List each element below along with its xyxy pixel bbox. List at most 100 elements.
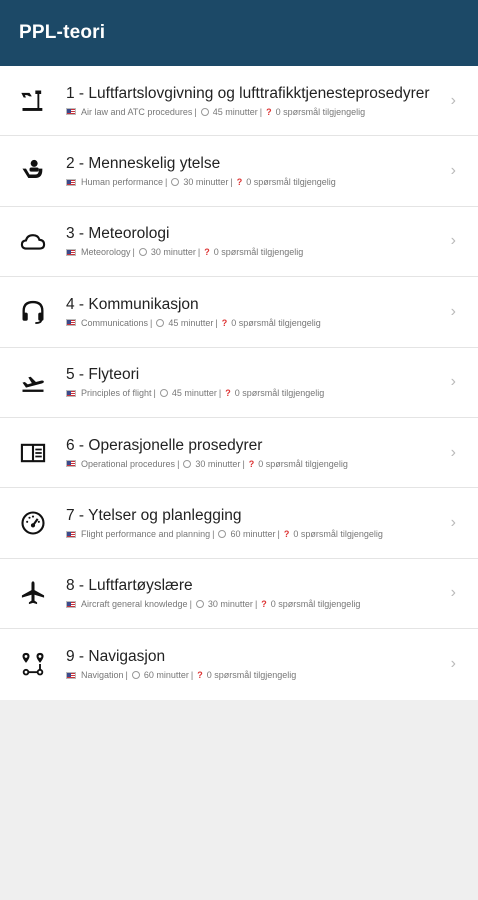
subject-questions: 0 spørsmål tilgjengelig	[234, 388, 325, 399]
clock-icon	[131, 671, 140, 680]
question-icon: ?	[225, 388, 231, 399]
subject-english: Human performance	[81, 177, 164, 188]
headset-icon	[18, 297, 48, 327]
subject-duration: 45 minutter	[212, 106, 258, 117]
uk-flag-icon	[66, 460, 76, 468]
subject-duration: 30 minutter	[183, 177, 229, 188]
question-icon: ?	[204, 247, 210, 258]
subject-english: Flight performance and planning	[81, 529, 211, 540]
clock-icon	[159, 389, 168, 398]
subject-duration: 60 minutter	[143, 670, 189, 681]
clock-icon	[218, 530, 227, 539]
subject-questions: 0 spørsmål tilgjengelig	[246, 177, 336, 188]
app-bar: PPL-teori	[0, 0, 478, 66]
uk-flag-icon	[66, 248, 76, 256]
question-icon: ?	[236, 177, 243, 188]
clock-icon	[171, 178, 180, 187]
subject-meta: Operational procedures | 30 minutter | ?…	[66, 459, 456, 469]
subject-title: 9 - Navigasjon	[66, 648, 166, 666]
subject-item-5[interactable]: 5 - Flyteori Principles of flight | 45 m…	[0, 348, 478, 418]
clock-icon	[195, 600, 204, 609]
subject-title: 2 - Menneskelig ytelse	[66, 155, 221, 173]
subject-english: Principles of flight	[81, 388, 152, 399]
cloud-icon	[18, 226, 48, 256]
clock-icon	[183, 459, 192, 468]
subject-list: 1 - Luftfartslovgivning og lufttrafikktj…	[0, 66, 478, 700]
chevron-right-icon: ›	[450, 91, 456, 109]
uk-flag-icon	[66, 389, 76, 397]
chevron-right-icon: ›	[450, 373, 456, 391]
subject-questions: 0 spørsmål tilgjengelig	[231, 317, 321, 328]
chevron-right-icon: ›	[450, 655, 456, 673]
subject-english: Operational procedures	[81, 458, 176, 469]
subject-item-6[interactable]: 6 - Operasjonelle prosedyrer Operational…	[0, 418, 478, 489]
chevron-right-icon: ›	[450, 302, 456, 320]
flight-takeoff-icon	[18, 367, 48, 397]
subject-questions: 0 spørsmål tilgjengelig	[275, 106, 366, 117]
clock-icon	[138, 248, 147, 257]
subject-title: 6 - Operasjonelle prosedyrer	[66, 436, 263, 454]
chevron-right-icon: ›	[450, 584, 456, 602]
subject-english: Meteorology	[81, 247, 131, 258]
subject-title: 1 - Luftfartslovgivning og lufttrafikktj…	[66, 84, 430, 102]
uk-flag-icon	[66, 319, 76, 327]
subject-duration: 30 minutter	[195, 458, 241, 469]
question-icon: ?	[221, 317, 228, 328]
question-icon: ?	[248, 458, 255, 469]
uk-flag-icon	[66, 108, 76, 116]
question-icon: ?	[283, 529, 290, 540]
chevron-right-icon: ›	[450, 514, 456, 532]
subject-meta: Aircraft general knowledge | 30 minutter…	[66, 599, 456, 609]
airplane-icon	[18, 578, 48, 608]
subject-duration: 30 minutter	[207, 599, 253, 610]
subject-meta: Human performance | 30 minutter | ? 0 sp…	[66, 177, 456, 187]
subject-title: 7 - Ytelser og planlegging	[66, 507, 242, 525]
subject-questions: 0 spørsmål tilgjengelig	[213, 247, 304, 258]
airport-icon	[18, 86, 48, 116]
subject-item-2[interactable]: 2 - Menneskelig ytelse Human performance…	[0, 136, 478, 207]
clock-icon	[200, 107, 209, 116]
chevron-right-icon: ›	[450, 162, 456, 180]
uk-flag-icon	[66, 600, 76, 608]
subject-english: Navigation	[81, 670, 124, 681]
subject-meta: Communications | 45 minutter | ? 0 spørs…	[66, 318, 456, 328]
question-icon: ?	[261, 599, 267, 610]
subject-meta: Air law and ATC procedures | 45 minutter…	[66, 107, 456, 117]
subject-english: Air law and ATC procedures	[81, 106, 193, 117]
subject-duration: 30 minutter	[150, 247, 196, 258]
subject-duration: 60 minutter	[230, 529, 276, 540]
chevron-right-icon: ›	[450, 443, 456, 461]
subject-title: 3 - Meteorologi	[66, 225, 170, 243]
uk-flag-icon	[66, 671, 76, 679]
subject-item-3[interactable]: 3 - Meteorologi Meteorology | 30 minutte…	[0, 207, 478, 278]
clock-icon	[156, 318, 165, 327]
subject-item-1[interactable]: 1 - Luftfartslovgivning og lufttrafikktj…	[0, 66, 478, 137]
subject-english: Communications	[81, 317, 149, 328]
subject-title: 5 - Flyteori	[66, 366, 140, 384]
subject-questions: 0 spørsmål tilgjengelig	[206, 670, 297, 681]
subject-meta: Principles of flight | 45 minutter | ? 0…	[66, 388, 456, 398]
subject-item-7[interactable]: 7 - Ytelser og planlegging Flight perfor…	[0, 488, 478, 559]
speedometer-icon	[18, 508, 48, 538]
subject-meta: Meteorology | 30 minutter | ? 0 spørsmål…	[66, 247, 456, 257]
subject-meta: Flight performance and planning | 60 min…	[66, 529, 456, 539]
uk-flag-icon	[66, 178, 76, 186]
subject-item-8[interactable]: 8 - Luftfartøyslære Aircraft general kno…	[0, 559, 478, 630]
subject-questions: 0 spørsmål tilgjengelig	[270, 599, 361, 610]
subject-duration: 45 minutter	[171, 388, 217, 399]
route-icon	[18, 649, 48, 679]
question-icon: ?	[197, 670, 203, 681]
chevron-right-icon: ›	[450, 232, 456, 250]
subject-meta: Navigation | 60 minutter | ? 0 spørsmål …	[66, 670, 456, 680]
subject-title: 8 - Luftfartøyslære	[66, 577, 193, 595]
subject-item-9[interactable]: 9 - Navigasjon Navigation | 60 minutter …	[0, 629, 478, 699]
subject-questions: 0 spørsmål tilgjengelig	[293, 529, 383, 540]
uk-flag-icon	[66, 530, 76, 538]
seated-person-icon	[18, 156, 48, 186]
manual-icon	[18, 438, 48, 468]
subject-english: Aircraft general knowledge	[81, 599, 188, 610]
subject-title: 4 - Kommunikasjon	[66, 295, 199, 313]
subject-duration: 45 minutter	[168, 317, 214, 328]
app-title: PPL-teori	[19, 22, 106, 43]
subject-item-4[interactable]: 4 - Kommunikasjon Communications | 45 mi…	[0, 277, 478, 348]
